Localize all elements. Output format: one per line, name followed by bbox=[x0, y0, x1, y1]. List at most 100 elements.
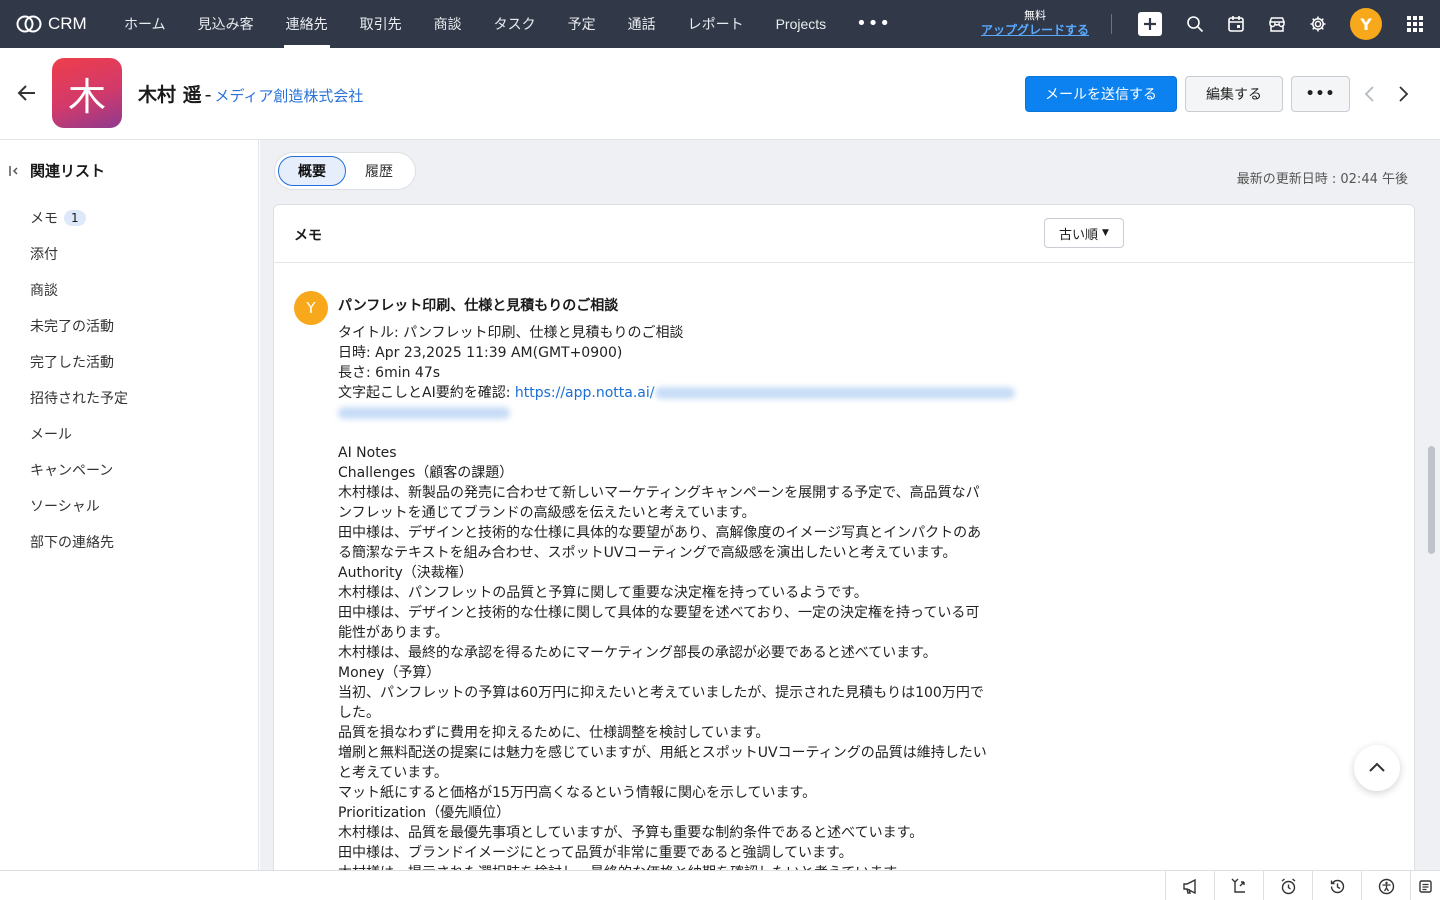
tab-0[interactable]: 概要 bbox=[278, 156, 346, 186]
note-spacer bbox=[338, 423, 1048, 443]
related-list-title: 関連リスト bbox=[30, 162, 106, 180]
note-line: と考えています。 bbox=[338, 765, 448, 781]
crm-logo-icon bbox=[16, 15, 42, 33]
main-scrollbar[interactable] bbox=[1428, 446, 1435, 554]
note-meta-link-row: 文字起こしとAI要約を確認: https://app.notta.ai/ bbox=[338, 383, 1048, 403]
contact-name: 木村 遥 bbox=[138, 84, 202, 106]
send-email-button[interactable]: メールを送信する bbox=[1025, 76, 1177, 112]
previous-record-icon[interactable] bbox=[1360, 84, 1380, 104]
redacted-link-part bbox=[338, 407, 510, 419]
edit-button[interactable]: 編集する bbox=[1185, 76, 1283, 112]
sidebar-item-4[interactable]: 完了した活動 bbox=[30, 344, 128, 380]
nav-item-0[interactable]: ホーム bbox=[108, 0, 182, 48]
marketplace-icon[interactable] bbox=[1265, 12, 1289, 36]
search-icon[interactable] bbox=[1183, 12, 1207, 36]
note-title[interactable]: パンフレット印刷、仕様と見積もりのご相談 bbox=[338, 295, 618, 315]
main-content: 概要 履歴 最新の更新日時 : 02:44 午後 メモ 古い順 ▼ Y パンフレッ… bbox=[260, 140, 1440, 870]
sidebar-item-8[interactable]: ソーシャル bbox=[30, 488, 128, 524]
related-list-items: メモ 1 添付商談未完了の活動完了した活動招待された予定 メール キャンペーン ソーシャル… bbox=[30, 200, 128, 560]
note-author-avatar: Y bbox=[294, 291, 328, 325]
upgrade-link[interactable]: アップグレードする bbox=[970, 23, 1100, 37]
note-line: Authority（決裁権） bbox=[338, 565, 473, 581]
note-line: AI Notes bbox=[338, 445, 397, 461]
apps-grid-icon[interactable] bbox=[1403, 12, 1427, 36]
sidebar-item-6[interactable]: メール bbox=[30, 416, 128, 452]
crm-logo[interactable]: CRM bbox=[16, 14, 96, 34]
nav-item-8[interactable]: レポート bbox=[672, 0, 760, 48]
share-icon[interactable] bbox=[1214, 871, 1263, 900]
notta-link[interactable]: https://app.notta.ai/ bbox=[515, 385, 655, 401]
history-icon[interactable] bbox=[1312, 871, 1361, 900]
note-meta-date: 日時: Apr 23,2025 11:39 AM(GMT+0900) bbox=[338, 345, 623, 361]
next-record-icon[interactable] bbox=[1393, 84, 1413, 104]
sidebar-item-2[interactable]: 商談 bbox=[30, 272, 128, 308]
megaphone-icon[interactable] bbox=[1165, 871, 1214, 900]
nav-divider bbox=[1111, 14, 1112, 34]
note-line: 品質を損なわずに費用を抑えるために、仕様調整を検討しています。 bbox=[338, 725, 770, 741]
note-line: マット紙にすると価格が15万円高くなるという情報に関心を示しています。 bbox=[338, 785, 817, 801]
company-link[interactable]: メディア創造株式会社 bbox=[214, 87, 363, 105]
sidebar-item-7[interactable]: キャンペーン bbox=[30, 452, 128, 488]
sidebar-item-label: メモ bbox=[30, 211, 58, 227]
notes-icon[interactable] bbox=[1410, 871, 1440, 900]
note-meta-title: タイトル: パンフレット印刷、仕様と見積もりのご相談 bbox=[338, 325, 684, 341]
sort-order-label: 古い順 bbox=[1059, 227, 1099, 243]
gear-icon[interactable] bbox=[1306, 12, 1330, 36]
note-line: Money（予算） bbox=[338, 665, 441, 681]
notes-card: メモ 古い順 ▼ Y パンフレット印刷、仕様と見積もりのご相談 タイトル: パン… bbox=[273, 204, 1415, 870]
alarm-clock-icon[interactable] bbox=[1263, 871, 1312, 900]
sidebar-item-label: 部下の連絡先 bbox=[30, 535, 114, 551]
note-meta-link-row-2 bbox=[338, 403, 1048, 423]
nav-item-6[interactable]: 予定 bbox=[552, 0, 612, 48]
note-line: 木村様は、提示された選択肢を検討し、最終的な価格と納期を確認したいと考えています… bbox=[338, 863, 1048, 870]
record-header: 木 木村 遥 - メディア創造株式会社 メールを送信する 編集する ••• bbox=[0, 48, 1440, 140]
note-link-prefix: 文字起こしとAI要約を確認: bbox=[338, 385, 515, 401]
nav-item-9[interactable]: Projects bbox=[760, 0, 843, 48]
related-list-header[interactable]: 関連リスト bbox=[8, 160, 105, 181]
app-name: CRM bbox=[48, 14, 87, 33]
sidebar-item-label: 完了した活動 bbox=[30, 355, 114, 371]
record-title: 木村 遥 - メディア創造株式会社 bbox=[138, 80, 363, 107]
nav-item-5[interactable]: タスク bbox=[478, 0, 552, 48]
sidebar-item-label: 商談 bbox=[30, 283, 58, 299]
note-line: ンフレットを通じてブランドの高級感を伝えたいと考えています。 bbox=[338, 505, 756, 521]
nav-item-2[interactable]: 連絡先 bbox=[270, 0, 344, 48]
sidebar-item-0[interactable]: メモ 1 bbox=[30, 200, 128, 236]
back-arrow-icon[interactable] bbox=[16, 82, 38, 104]
note-body: タイトル: パンフレット印刷、仕様と見積もりのご相談 日時: Apr 23,20… bbox=[338, 323, 1048, 870]
accessibility-icon[interactable] bbox=[1361, 871, 1410, 900]
note-meta-length: 長さ: 6min 47s bbox=[338, 365, 441, 381]
note-line: 増刷と無料配送の提案には魅力を感じていますが、用紙とスポットUVコーティングの品… bbox=[338, 745, 987, 761]
bottom-toolbar bbox=[0, 870, 1440, 900]
tab-1[interactable]: 履歴 bbox=[346, 156, 412, 186]
nav-item-7[interactable]: 通話 bbox=[612, 0, 672, 48]
notes-title: メモ bbox=[294, 228, 322, 244]
note-line: 田中様は、ブランドイメージにとって品質が非常に重要であると強調しています。 bbox=[338, 845, 853, 861]
calendar-icon[interactable] bbox=[1224, 12, 1248, 36]
nav-item-1[interactable]: 見込み客 bbox=[182, 0, 270, 48]
nav-item-3[interactable]: 取引先 bbox=[344, 0, 418, 48]
upgrade-promo: 無料 アップグレードする bbox=[970, 9, 1100, 37]
sort-order-dropdown[interactable]: 古い順 ▼ bbox=[1044, 218, 1124, 248]
record-avatar: 木 bbox=[52, 58, 122, 128]
more-actions-button[interactable]: ••• bbox=[1291, 76, 1350, 112]
plan-label: 無料 bbox=[1024, 9, 1046, 22]
collapse-sidebar-icon[interactable] bbox=[8, 164, 22, 178]
note-line: 田中様は、デザインと技術的な仕様に関して具体的な要望を述べており、一定の決定権を… bbox=[338, 605, 980, 621]
view-tabs: 概要 履歴 bbox=[274, 152, 416, 190]
sidebar-item-9[interactable]: 部下の連絡先 bbox=[30, 524, 128, 560]
nav-item-4[interactable]: 商談 bbox=[418, 0, 478, 48]
sidebar-item-1[interactable]: 添付 bbox=[30, 236, 128, 272]
plus-icon[interactable] bbox=[1138, 12, 1162, 36]
sidebar-item-label: 添付 bbox=[30, 247, 58, 263]
note-ai-notes: AI Notes Challenges（顧客の課題） 木村様は、新製品の発売に合わせ… bbox=[338, 443, 1048, 870]
scroll-to-top-button[interactable] bbox=[1354, 745, 1400, 791]
last-updated: 最新の更新日時 : 02:44 午後 bbox=[1236, 172, 1408, 187]
notes-header: メモ 古い順 ▼ bbox=[274, 205, 1414, 263]
nav-items: ホーム 見込み客 連絡先 取引先 商談 タスク 予定 通話 レポート Projects bbox=[108, 0, 842, 48]
sidebar-item-3[interactable]: 未完了の活動 bbox=[30, 308, 128, 344]
redacted-link-part bbox=[654, 387, 1015, 399]
user-avatar[interactable]: Y bbox=[1350, 8, 1382, 40]
sidebar-item-5[interactable]: 招待された予定 bbox=[30, 380, 128, 416]
nav-more-button[interactable]: ••• bbox=[842, 1, 905, 47]
